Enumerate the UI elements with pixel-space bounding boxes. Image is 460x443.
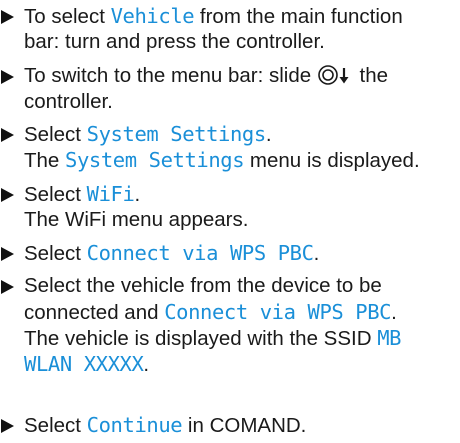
text: Select xyxy=(24,414,87,437)
step-4: Select WiFi. The WiFi menu appears. xyxy=(0,181,458,233)
step-5-line-1: Select Connect via WPS PBC. xyxy=(24,240,458,266)
step-6-line-3: The vehicle is displayed with the SSID M… xyxy=(24,325,458,351)
ui-term-wifi: WiFi xyxy=(86,182,135,206)
step-6-line-1: Select the vehicle from the device to be xyxy=(24,273,458,299)
text: in COMAND. xyxy=(182,414,307,437)
text: . xyxy=(134,183,141,206)
step-7: Select Continue in COMAND. xyxy=(0,412,458,438)
step-1-line-2: bar: turn and press the controller. xyxy=(24,29,458,55)
arrow-down-icon xyxy=(339,67,349,84)
text: Select xyxy=(24,242,87,265)
ui-term-connect-via-wps-pbc: Connect via WPS PBC xyxy=(86,241,314,265)
bullet-arrow-icon xyxy=(1,280,14,294)
text: controller. xyxy=(24,90,113,113)
text: Select xyxy=(24,183,87,206)
step-3: Select System Settings. The System Setti… xyxy=(0,121,458,173)
step-3-line-1: Select System Settings. xyxy=(24,121,458,147)
step-1-line-1: To select Vehicle from the main function xyxy=(24,3,458,29)
text: connected and xyxy=(24,301,165,324)
text: To select xyxy=(24,5,111,28)
controller-icon xyxy=(318,65,338,85)
step-6: Select the vehicle from the device to be… xyxy=(0,273,458,377)
step-2-line-2: controller. xyxy=(24,89,458,115)
text: . xyxy=(143,353,150,376)
text: the xyxy=(353,64,389,87)
ui-term-system-settings: System Settings xyxy=(65,148,245,172)
text: The WiFi menu appears. xyxy=(24,208,249,231)
text: Select the vehicle from the device to be xyxy=(24,274,382,297)
ui-term-connect-via-wps-pbc: Connect via WPS PBC xyxy=(164,300,392,324)
ui-term-ssid: MB xyxy=(377,326,402,350)
step-4-line-2: The WiFi menu appears. xyxy=(24,207,458,233)
bullet-arrow-icon xyxy=(1,247,14,261)
step-3-line-2: The System Settings menu is displayed. xyxy=(24,147,458,173)
ui-term-ssid: WLAN XXXXX xyxy=(24,352,144,376)
text: bar: turn and press the controller. xyxy=(24,30,325,53)
text: . xyxy=(265,123,272,146)
text: . xyxy=(391,301,397,324)
instruction-list: To select Vehicle from the main function… xyxy=(0,0,460,443)
step-2: To switch to the menu bar: slide the con… xyxy=(0,63,458,115)
step-1: To select Vehicle from the main function… xyxy=(0,3,458,55)
text: To switch to the menu bar: slide xyxy=(24,64,317,87)
ui-term-vehicle: Vehicle xyxy=(110,4,195,28)
step-6-line-2: connected and Connect via WPS PBC. xyxy=(24,299,458,325)
text: from the main function xyxy=(194,5,403,28)
bullet-arrow-icon xyxy=(1,188,14,202)
text: Select xyxy=(24,123,87,146)
text: The xyxy=(24,149,66,172)
bullet-arrow-icon xyxy=(1,70,14,84)
step-5: Select Connect via WPS PBC. xyxy=(0,240,458,266)
step-4-line-1: Select WiFi. xyxy=(24,181,458,207)
step-7-line-1: Select Continue in COMAND. xyxy=(24,412,458,438)
bullet-arrow-icon xyxy=(1,10,14,24)
step-6-line-4: WLAN XXXXX. xyxy=(24,351,458,377)
ui-term-continue: Continue xyxy=(86,413,183,437)
text: menu is displayed. xyxy=(244,149,420,172)
step-2-line-1: To switch to the menu bar: slide the xyxy=(24,63,458,89)
bullet-arrow-icon xyxy=(1,419,14,433)
text: . xyxy=(313,242,320,265)
text: The vehicle is displayed with the SSID xyxy=(24,327,378,350)
ui-term-system-settings: System Settings xyxy=(86,122,267,146)
bullet-arrow-icon xyxy=(1,128,14,142)
